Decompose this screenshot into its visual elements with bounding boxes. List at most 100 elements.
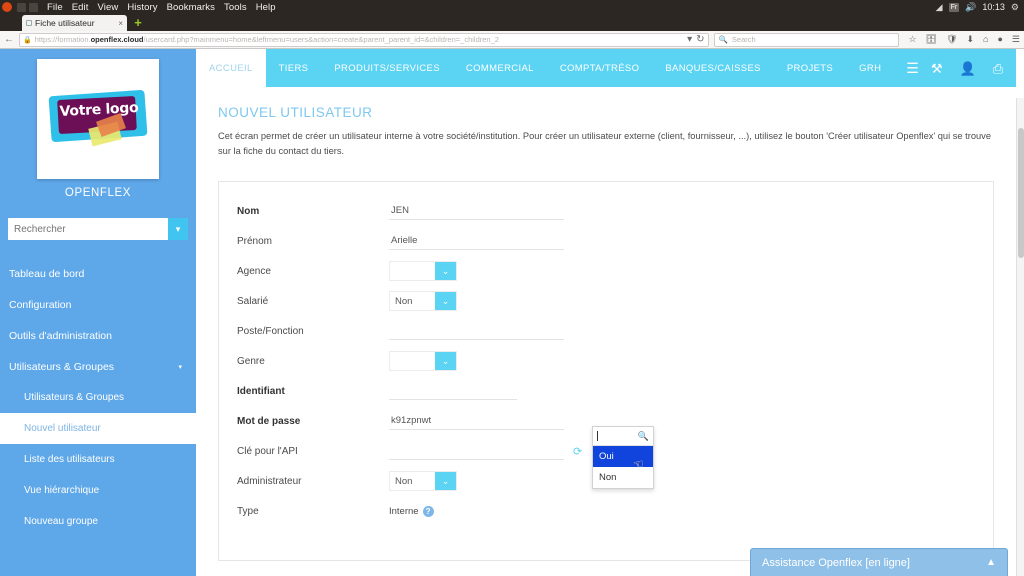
sidebar-item-outils-d-administration[interactable]: Outils d'administration	[0, 320, 196, 351]
sidebar-search[interactable]: ▾	[8, 218, 188, 240]
chevron-down-icon[interactable]: ⌄	[435, 262, 456, 281]
print-icon[interactable]: ⎙	[993, 62, 1003, 75]
chevron-down-icon[interactable]: ▾	[178, 363, 182, 371]
menu-file[interactable]: File	[47, 2, 63, 13]
field-select-agence[interactable]: ⌄	[389, 261, 457, 282]
user-icon[interactable]: 👤	[960, 62, 976, 75]
url-bar[interactable]: 🔒 https://formation.openflex.cloud/userc…	[19, 32, 709, 47]
main-area: ACCUEIL TIERS PRODUITS/SERVICES COMMERCIAL C…	[196, 49, 1024, 576]
field-input-pr-nom[interactable]	[389, 232, 564, 250]
field-input-poste-fonction[interactable]	[389, 322, 564, 340]
nav-tab-tiers[interactable]: TIERS	[266, 49, 322, 87]
refresh-icon[interactable]: ⟳	[573, 445, 582, 458]
assistance-widget[interactable]: Assistance Openflex [en ligne] ▲	[750, 548, 1008, 576]
tab-favicon-icon	[26, 20, 32, 26]
field-input-nom[interactable]	[389, 202, 564, 220]
sidebar-item-label: Configuration	[9, 298, 72, 311]
field-label-nom: Nom	[237, 205, 260, 217]
sidebar-item-utilisateurs-groupes[interactable]: Utilisateurs & Groupes ▾	[0, 351, 196, 382]
url-domain: openflex.cloud	[90, 35, 144, 44]
browser-search-bar[interactable]: 🔍 Search	[713, 32, 899, 47]
close-icon[interactable]: ×	[118, 19, 123, 28]
field-value-type: Interne?	[389, 505, 434, 517]
menu-help[interactable]: Help	[256, 2, 276, 13]
keyboard-layout-indicator[interactable]: Fr	[948, 2, 960, 12]
field-label-cl-pour-l-api: Clé pour l'API	[237, 445, 298, 457]
pocket-icon[interactable]: 🗄	[926, 35, 937, 44]
form-row-identifiant: Identifiant	[219, 376, 993, 406]
browser-tab[interactable]: Fiche utilisateur ×	[22, 15, 127, 31]
download-icon[interactable]: ⬇	[967, 35, 975, 44]
content-area: NOUVEL UTILISATEUR Cet écran permet de c…	[196, 87, 1016, 576]
company-logo[interactable]: Votre logo	[37, 59, 159, 179]
new-tab-button[interactable]: +	[132, 16, 144, 29]
power-icon[interactable]: ⏻	[1020, 62, 1024, 75]
wifi-icon[interactable]: ◢	[936, 2, 943, 12]
sidebar-item-liste-des-utilisateurs[interactable]: Liste des utilisateurs	[0, 444, 196, 475]
chevron-down-icon[interactable]: ▾	[687, 34, 692, 45]
back-arrow-icon[interactable]: ←	[4, 34, 14, 45]
shield-icon[interactable]: 🛡	[946, 35, 957, 44]
chevron-down-icon[interactable]: ⌄	[435, 472, 456, 491]
menu-view[interactable]: View	[98, 2, 119, 13]
sidebar-item-nouveau-groupe[interactable]: Nouveau groupe	[0, 506, 196, 537]
form-row-salari: Salarié Non ⌄	[219, 286, 993, 316]
field-input-mot-de-passe[interactable]	[389, 412, 564, 430]
field-input-cl-pour-l-api[interactable]	[389, 442, 564, 460]
sidebar-item-vue-hi-rarchique[interactable]: Vue hiérarchique	[0, 475, 196, 506]
menu-history[interactable]: History	[127, 2, 157, 13]
sidebar-item-label: Nouveau groupe	[24, 516, 98, 527]
page-scrollbar[interactable]	[1016, 98, 1024, 576]
dropdown-option-oui[interactable]: Oui ☜	[593, 446, 653, 472]
field-label-salari: Salarié	[237, 295, 269, 307]
nav-tab-commercial[interactable]: COMMERCIAL	[453, 49, 547, 87]
search-input[interactable]	[8, 218, 168, 240]
help-icon[interactable]: ?	[422, 505, 434, 517]
field-label-genre: Genre	[237, 355, 265, 367]
nav-tab-compta-tr-so[interactable]: COMPTA/TRÉSO	[547, 49, 653, 87]
sidebar-item-tableau-de-bord[interactable]: Tableau de bord	[0, 258, 196, 289]
reload-icon[interactable]: ↻	[696, 34, 704, 45]
chevron-down-icon[interactable]: ▾	[168, 218, 188, 240]
menu-tools[interactable]: Tools	[224, 2, 247, 13]
nav-tab-grh[interactable]: GRH	[846, 49, 894, 87]
chevron-up-icon[interactable]: ▲	[986, 557, 996, 568]
menu-edit[interactable]: Edit	[72, 2, 89, 13]
menu-bookmarks[interactable]: Bookmarks	[167, 2, 215, 13]
field-select-administrateur[interactable]: Non ⌄	[389, 471, 457, 492]
chevron-down-icon[interactable]: ⌄	[435, 352, 456, 371]
sidebar-item-label: Tableau de bord	[9, 267, 85, 280]
sidebar-item-label: Vue hiérarchique	[24, 485, 100, 496]
brand-name: OPENFLEX	[64, 187, 132, 199]
tools-icon[interactable]: ⚒	[931, 62, 943, 75]
star-icon[interactable]: ☆	[909, 35, 917, 44]
account-icon[interactable]: ●	[997, 35, 1002, 44]
sidebar-item-utilisateurs-groupes[interactable]: Utilisateurs & Groupes	[0, 382, 196, 413]
volume-icon[interactable]: 🔊	[965, 2, 976, 12]
field-label-agence: Agence	[237, 265, 271, 277]
sidebar-item-configuration[interactable]: Configuration	[0, 289, 196, 320]
gear-icon[interactable]: ⚙	[1011, 2, 1019, 12]
nav-tab-banques-caisses[interactable]: BANQUES/CAISSES	[652, 49, 774, 87]
nav-tab-produits-services[interactable]: PRODUITS/SERVICES	[321, 49, 453, 87]
screen: File Edit View History Bookmarks Tools H…	[0, 0, 1024, 576]
clock[interactable]: 10:13	[982, 2, 1005, 12]
sidebar-item-nouvel-utilisateur[interactable]: Nouvel utilisateur	[0, 413, 196, 444]
dropdown-search[interactable]: 🔍	[593, 427, 653, 446]
hamburger-menu-icon[interactable]: ☰	[1012, 35, 1020, 44]
scrollbar-thumb[interactable]	[1018, 128, 1024, 258]
hamburger-menu-icon[interactable]: ☰	[894, 49, 931, 87]
sidebar-nav: Tableau de bord Configuration Outils d'adm…	[0, 258, 196, 537]
nav-tab-accueil[interactable]: ACCUEIL	[196, 49, 266, 87]
ubuntu-logo-icon[interactable]	[0, 0, 14, 14]
url-scheme: https://formation.	[34, 35, 91, 44]
chevron-down-icon[interactable]: ⌄	[435, 292, 456, 311]
sidebar-item-label: Utilisateurs & Groupes	[24, 392, 125, 403]
select-dropdown-open[interactable]: 🔍 Oui ☜ Non	[592, 426, 654, 489]
home-icon[interactable]: ⌂	[983, 35, 988, 44]
topnav-actions: ⚒ 👤 ⎙ ⏻	[931, 49, 1024, 87]
field-select-genre[interactable]: ⌄	[389, 351, 457, 372]
field-input-identifiant[interactable]	[389, 382, 517, 400]
field-select-salari[interactable]: Non ⌄	[389, 291, 457, 312]
nav-tab-projets[interactable]: PROJETS	[774, 49, 846, 87]
